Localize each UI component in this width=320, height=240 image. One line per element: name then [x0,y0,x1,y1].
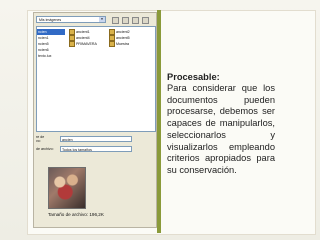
file-dialog-screenshot: Mis imágenes ▼ ncien ncien1 ncien5 ncien… [33,12,157,228]
content-text: Procesable: Para considerar que los docu… [167,72,275,177]
dialog-toolbar [110,16,154,24]
file-type-select[interactable]: Todos los tamaños [60,146,132,152]
file-name-field[interactable]: ancien [60,136,132,142]
list-item[interactable]: Muestra [109,41,129,48]
look-in-select[interactable]: Mis imágenes ▼ [36,16,106,23]
preview-panel: Tamaño de archivo: 196,2K [36,161,154,223]
image-file-icon [69,41,75,48]
list-item[interactable]: PRIMAVERA [69,41,97,48]
preview-image [48,167,86,209]
up-folder-icon[interactable] [122,17,129,24]
file-name-label: re de vo: [36,135,45,143]
accent-divider [157,10,161,233]
look-in-value: Mis imágenes [39,18,62,22]
image-file-icon [109,41,115,48]
content-title: Procesable: [167,72,220,82]
content-body: Para considerar que los documentos puede… [167,83,275,175]
file-column-left: ncien ncien1 ncien5 ncien6 texto.lux [37,29,65,59]
file-type-label: de archivo: [36,147,54,151]
back-icon[interactable] [112,17,119,24]
file-size-text: Tamaño de archivo: 196,2K [48,212,104,217]
file-list[interactable]: ncien ncien1 ncien5 ncien6 texto.lux anc… [36,26,156,132]
dialog-form: re de vo: ancien de archivo: Todos los t… [34,133,156,159]
look-in-row: Mis imágenes ▼ [36,16,154,24]
chevron-down-icon[interactable]: ▼ [99,17,105,22]
view-menu-icon[interactable] [142,17,149,24]
new-folder-icon[interactable] [132,17,139,24]
list-item[interactable]: texto.lux [37,53,65,59]
